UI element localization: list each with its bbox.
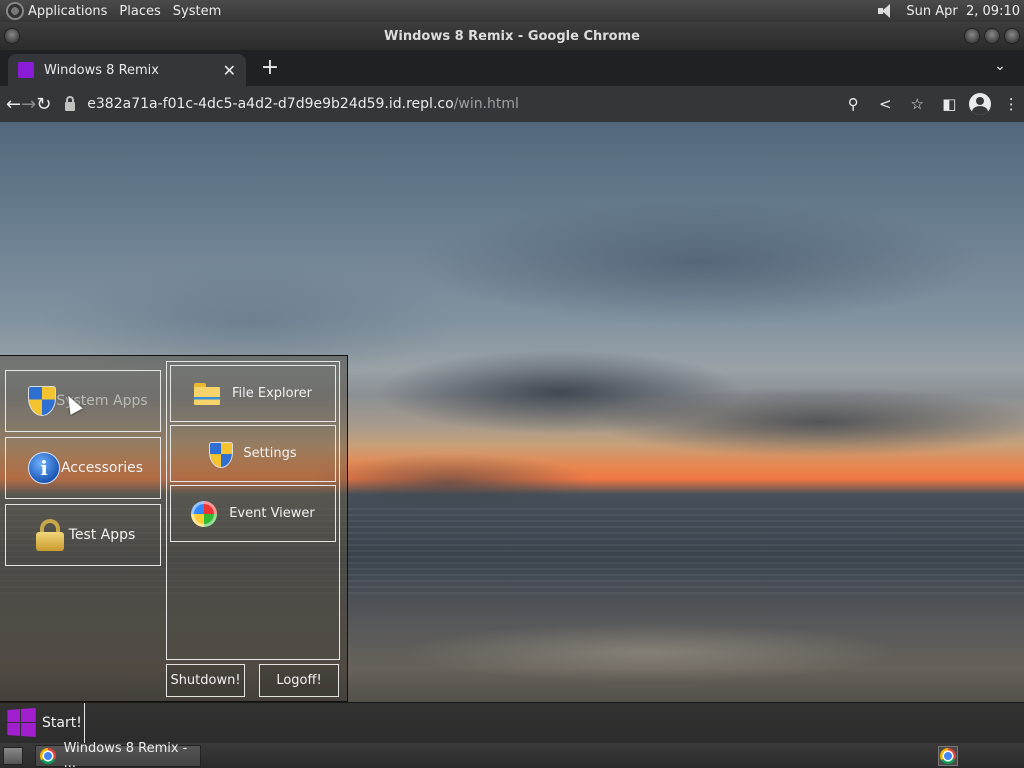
windows-logo-icon	[7, 707, 37, 738]
shutdown-button[interactable]: Shutdown!	[166, 664, 245, 697]
close-window-button[interactable]	[1004, 28, 1020, 44]
places-menu[interactable]: Places	[115, 4, 168, 19]
volume-icon[interactable]	[876, 3, 896, 19]
gnome-foot-icon[interactable]	[6, 2, 24, 20]
padlock-icon	[34, 519, 66, 551]
new-tab-button[interactable]: +	[258, 57, 282, 81]
taskbar-entry-chrome[interactable]: Windows 8 Remix - ...	[35, 741, 201, 768]
url-host: e382a71a-f01c-4dc5-a4d2-d7d9e9b24d59.id.…	[87, 96, 454, 112]
workspace-switcher[interactable]	[938, 746, 958, 766]
start-menu: System Apps i Accessories Test Apps File…	[0, 355, 348, 702]
event-viewer-tile[interactable]: Event Viewer	[170, 485, 336, 542]
browser-toolbar: ← → ↻ e382a71a-f01c-4dc5-a4d2-d7d9e9b24d…	[0, 86, 1024, 122]
zoom-icon[interactable]: ⚲	[841, 92, 865, 116]
tab-title: Windows 8 Remix	[44, 62, 159, 78]
lock-icon[interactable]	[65, 95, 76, 111]
minimize-button[interactable]	[964, 28, 980, 44]
accessories-tile[interactable]: i Accessories	[5, 437, 161, 499]
reload-icon[interactable]: ↻	[36, 90, 51, 118]
window-menu-button[interactable]	[4, 28, 20, 44]
page-viewport: System Apps i Accessories Test Apps File…	[0, 122, 1024, 743]
maximize-button[interactable]	[984, 28, 1000, 44]
clock[interactable]: Sun Apr 2, 09:10	[906, 4, 1020, 19]
bottom-panel: Windows 8 Remix - ...	[0, 741, 1024, 768]
close-tab-icon[interactable]: ✕	[223, 61, 236, 80]
bookmark-star-icon[interactable]: ☆	[905, 92, 929, 116]
logoff-button[interactable]: Logoff!	[259, 664, 339, 697]
start-menu-pinned-panel: File Explorer Settings Event Viewer	[166, 361, 340, 660]
chrome-icon	[40, 747, 56, 764]
top-panel: Applications Places System Sun Apr 2, 09…	[0, 0, 1024, 22]
shield-icon	[209, 441, 234, 468]
file-explorer-tile[interactable]: File Explorer	[170, 365, 336, 422]
chrome-icon	[940, 748, 956, 764]
folder-icon	[193, 381, 220, 407]
purple-favicon-icon	[18, 62, 34, 78]
window-titlebar[interactable]: Windows 8 Remix - Google Chrome	[0, 22, 1024, 50]
orb-icon	[191, 500, 218, 527]
show-desktop-icon[interactable]	[3, 746, 23, 765]
shield-icon	[28, 386, 56, 416]
web-taskbar: Start!	[0, 702, 1024, 743]
applications-menu[interactable]: Applications	[24, 4, 115, 19]
window-title: Windows 8 Remix - Google Chrome	[384, 28, 640, 44]
system-apps-tile[interactable]: System Apps	[5, 370, 161, 432]
tab-windows-8-remix[interactable]: Windows 8 Remix ✕	[8, 54, 246, 86]
profile-avatar-icon[interactable]	[969, 93, 992, 115]
address-bar[interactable]: e382a71a-f01c-4dc5-a4d2-d7d9e9b24d59.id.…	[61, 90, 841, 118]
system-menu[interactable]: System	[169, 4, 229, 19]
start-button[interactable]: Start!	[0, 703, 85, 743]
forward-arrow-icon[interactable]: →	[21, 90, 36, 118]
wallpaper-beach	[400, 622, 900, 682]
test-apps-tile[interactable]: Test Apps	[5, 504, 161, 566]
side-panel-icon[interactable]: ◧	[937, 92, 961, 116]
tab-strip: Windows 8 Remix ✕ + ⌄	[0, 50, 1024, 86]
settings-tile[interactable]: Settings	[170, 425, 336, 482]
info-icon: i	[28, 452, 60, 484]
kebab-menu-icon[interactable]: ⋮	[999, 92, 1023, 116]
share-icon[interactable]: <	[873, 92, 897, 116]
tab-search-chevron-icon[interactable]: ⌄	[990, 58, 1010, 78]
back-arrow-icon[interactable]: ←	[6, 90, 21, 118]
url-path: /win.html	[453, 96, 519, 112]
